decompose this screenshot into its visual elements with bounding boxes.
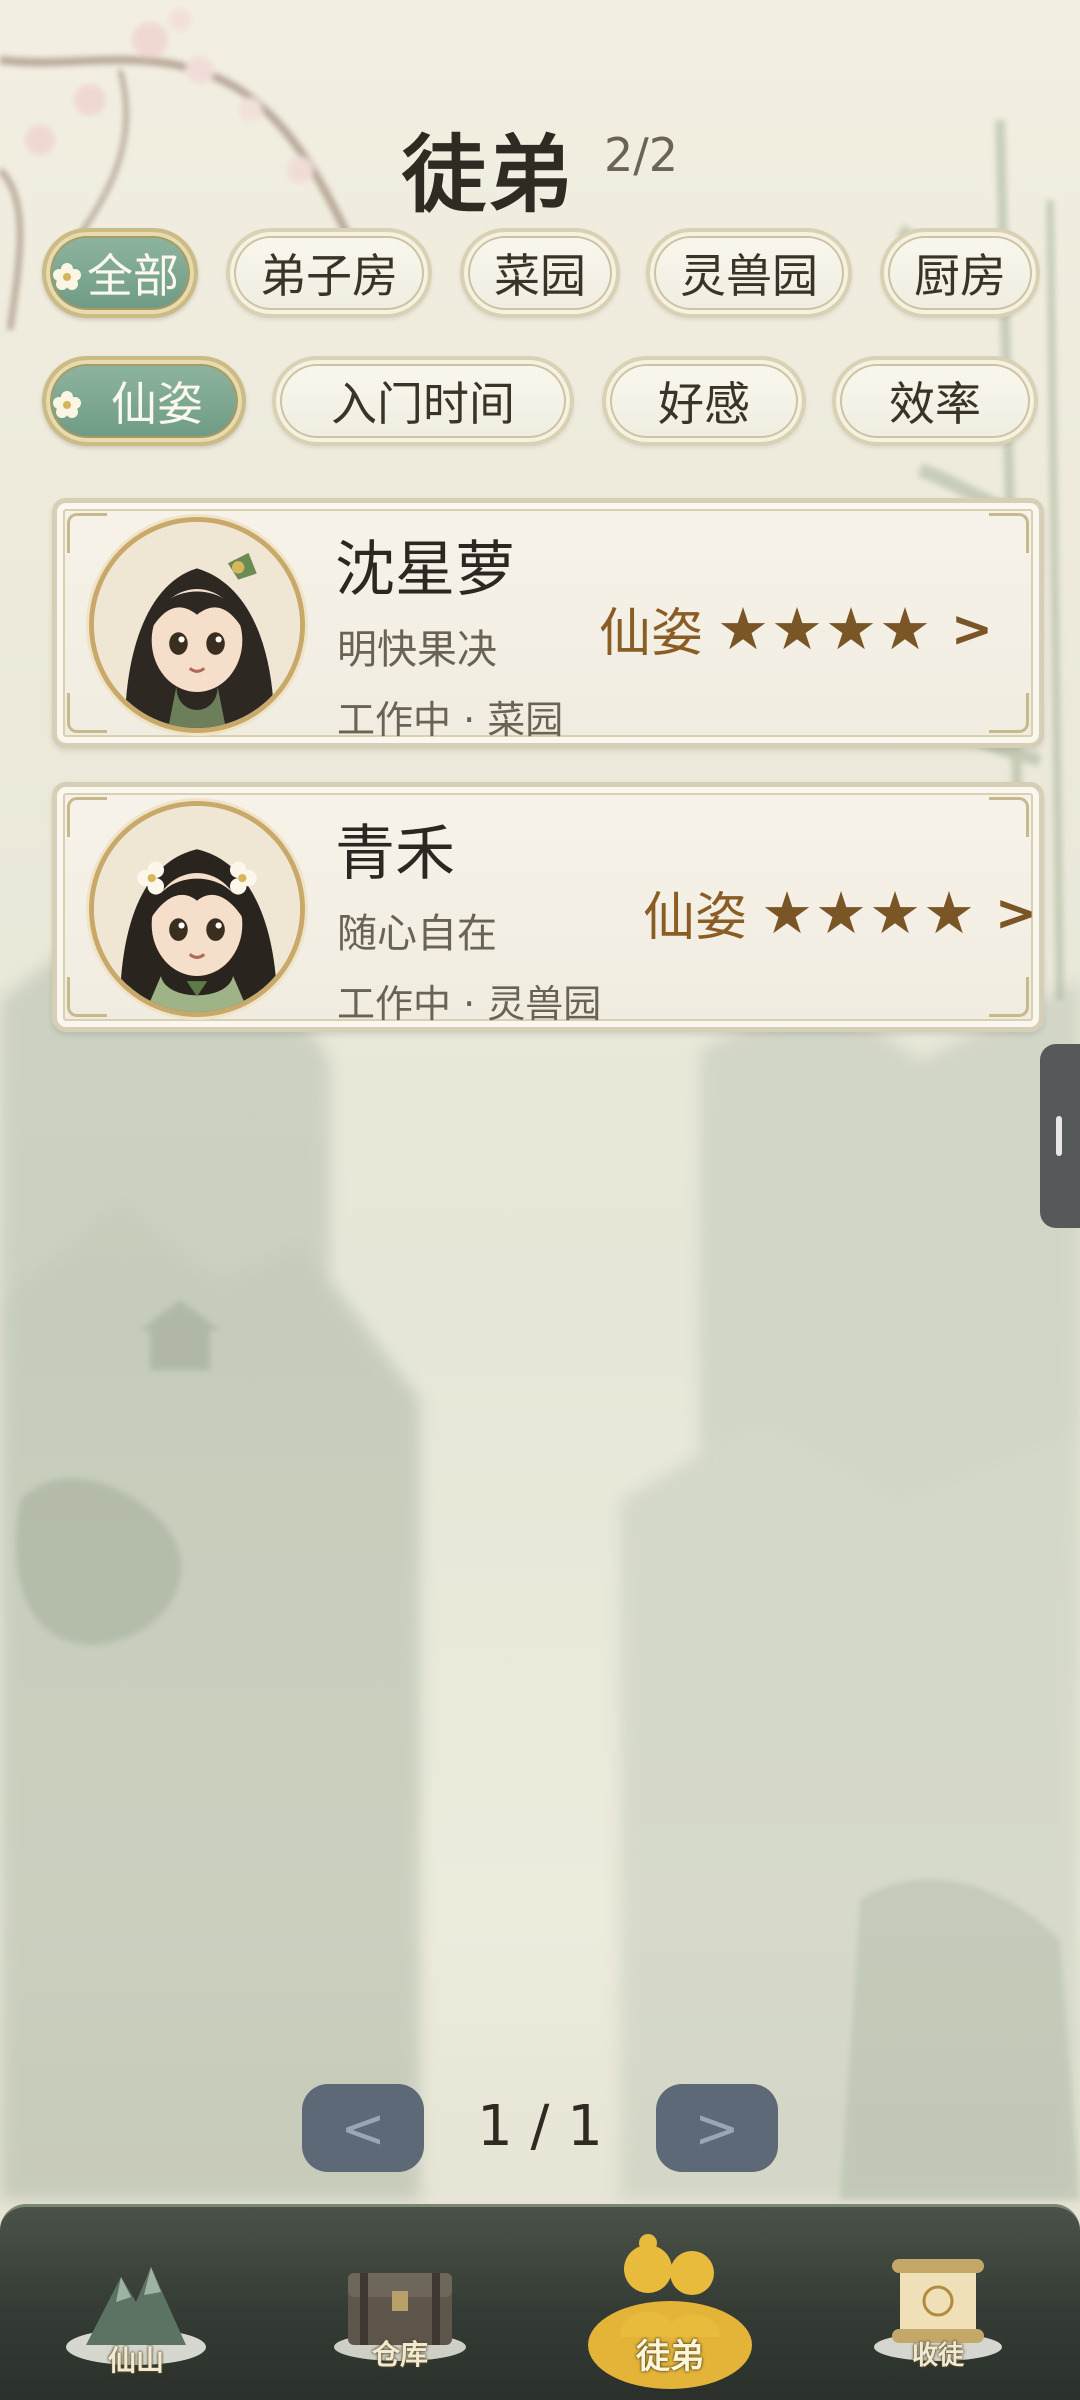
page-title: 徒弟 bbox=[402, 125, 575, 224]
filter-chip-kitchen[interactable]: 厨房 bbox=[880, 228, 1040, 318]
page-indicator: 1 / 1 bbox=[477, 2094, 603, 2159]
bottom-nav: 仙山 仓库 徒弟 收徒 bbox=[0, 2204, 1080, 2400]
sort-chip-label: 好感 bbox=[658, 377, 750, 431]
beauty-rating: 仙姿 ★★★★ > bbox=[643, 875, 1037, 950]
sort-chip-affection[interactable]: 好感 bbox=[602, 356, 806, 446]
filter-chip-label: 全部 bbox=[87, 249, 179, 303]
sort-chip-label: 效率 bbox=[889, 377, 981, 431]
nav-label: 收徒 bbox=[911, 2341, 964, 2371]
filter-chip-garden[interactable]: 菜园 bbox=[460, 228, 620, 318]
page-header: 徒弟 2/2 bbox=[0, 108, 1080, 224]
star-icon: ★★★★ bbox=[717, 594, 933, 663]
sort-chip-label: 仙姿 bbox=[111, 377, 203, 431]
avatar bbox=[89, 801, 305, 1017]
rating-label: 仙姿 bbox=[599, 604, 704, 664]
disciple-name: 青禾 bbox=[335, 819, 455, 889]
chevron-right-icon[interactable]: > bbox=[951, 600, 993, 658]
sort-chip-join-time[interactable]: 入门时间 bbox=[272, 356, 574, 446]
filter-chip-label: 弟子房 bbox=[260, 249, 398, 303]
nav-label: 仙山 bbox=[107, 2344, 164, 2377]
disciple-status: 工作中 · 灵兽园 bbox=[337, 982, 602, 1026]
filter-chip-beast-garden[interactable]: 灵兽园 bbox=[646, 228, 852, 318]
side-drawer-handle[interactable] bbox=[1040, 1044, 1080, 1228]
nav-item-disciples[interactable]: 徒弟 bbox=[570, 2207, 770, 2400]
filter-chip-label: 菜园 bbox=[494, 249, 586, 303]
rating-label: 仙姿 bbox=[643, 888, 748, 948]
nav-label: 徒弟 bbox=[636, 2337, 704, 2377]
flower-icon bbox=[53, 391, 81, 418]
next-page-button[interactable]: > bbox=[656, 2084, 778, 2172]
sort-chip-label: 入门时间 bbox=[331, 377, 515, 431]
nav-item-mountain[interactable]: 仙山 bbox=[36, 2207, 236, 2400]
flower-icon bbox=[53, 263, 81, 290]
prev-page-button[interactable]: < bbox=[302, 2084, 424, 2172]
disciple-card[interactable]: 沈星萝 明快果决 工作中 · 菜园 仙姿 ★★★★ > bbox=[52, 498, 1044, 748]
disciple-trait: 随心自在 bbox=[337, 911, 497, 957]
disciple-count: 2/2 bbox=[604, 128, 679, 182]
disciple-trait: 明快果决 bbox=[337, 627, 497, 673]
chevron-right-icon[interactable]: > bbox=[995, 884, 1037, 942]
sort-chip-efficiency[interactable]: 效率 bbox=[832, 356, 1038, 446]
filter-chip-label: 灵兽园 bbox=[680, 249, 818, 303]
nav-label: 仓库 bbox=[371, 2338, 428, 2371]
beauty-rating: 仙姿 ★★★★ > bbox=[599, 591, 993, 666]
filter-chip-all[interactable]: 全部 bbox=[42, 228, 198, 318]
star-icon: ★★★★ bbox=[761, 878, 977, 947]
disciple-status: 工作中 · 菜园 bbox=[337, 698, 564, 742]
filter-chip-dorm[interactable]: 弟子房 bbox=[226, 228, 432, 318]
filter-chip-label: 厨房 bbox=[914, 249, 1006, 303]
nav-item-recruit[interactable]: 收徒 bbox=[838, 2207, 1038, 2400]
nav-item-warehouse[interactable]: 仓库 bbox=[300, 2207, 500, 2400]
disciple-name: 沈星萝 bbox=[335, 535, 515, 605]
avatar bbox=[89, 517, 305, 733]
disciple-card[interactable]: 青禾 随心自在 工作中 · 灵兽园 仙姿 ★★★★ > bbox=[52, 782, 1044, 1032]
sort-chip-beauty[interactable]: 仙姿 bbox=[42, 356, 246, 446]
drag-handle-icon bbox=[1056, 1116, 1062, 1156]
